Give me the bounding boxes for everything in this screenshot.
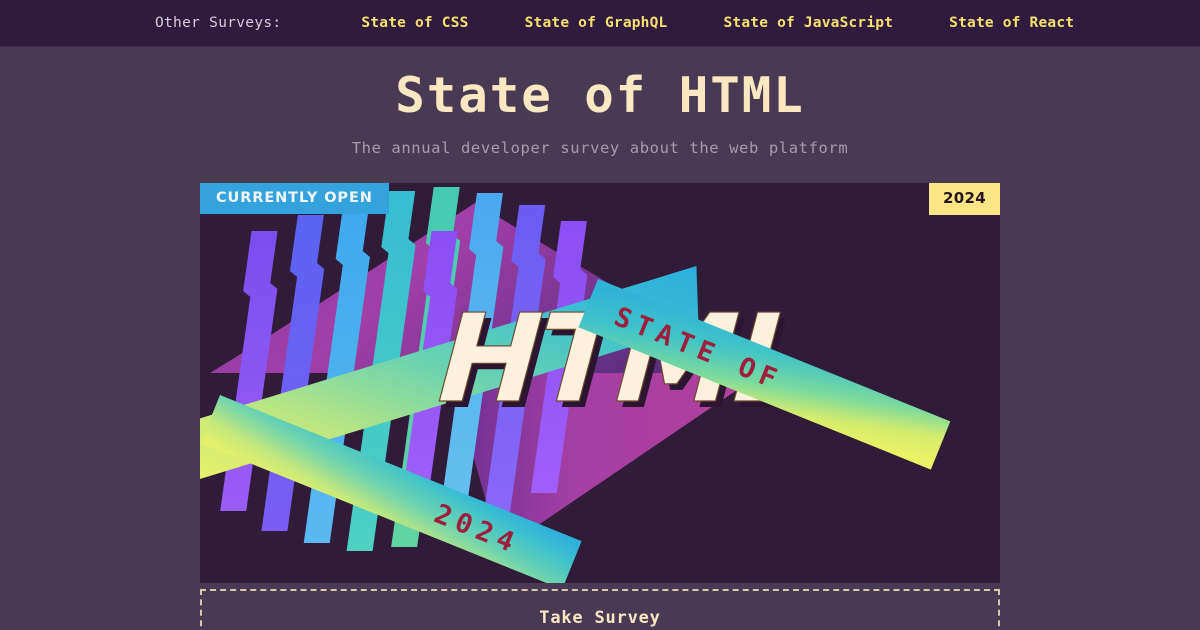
state-of-html-logo: HTML HTML STATE OF 2024 — [200, 186, 951, 583]
take-survey-button[interactable]: Take Survey — [200, 588, 1000, 630]
other-surveys-label: Other Surveys: — [155, 15, 282, 31]
other-surveys-link-list: State of CSS State of GraphQL State of J… — [281, 11, 1074, 35]
nav-link-state-of-react[interactable]: State of React — [949, 11, 1074, 35]
page-header: State of HTML The annual developer surve… — [0, 47, 1200, 157]
status-badge[interactable]: CURRENTLY OPEN — [200, 182, 389, 215]
page-title: State of HTML — [395, 67, 805, 124]
survey-card[interactable]: CURRENTLY OPEN 2024 HTML HTML STATE OF 2… — [200, 182, 1000, 583]
nav-link-state-of-javascript[interactable]: State of JavaScript — [723, 11, 893, 35]
survey-card-wrapper: CURRENTLY OPEN 2024 HTML HTML STATE OF 2… — [200, 182, 1000, 630]
take-survey-label: Take Survey — [539, 607, 661, 628]
year-badge: 2024 — [929, 182, 1000, 215]
nav-link-state-of-graphql[interactable]: State of GraphQL — [525, 11, 668, 35]
nav-link-state-of-css[interactable]: State of CSS — [361, 11, 468, 35]
page-tagline: The annual developer survey about the we… — [351, 138, 849, 157]
other-surveys-nav: Other Surveys: State of CSS State of Gra… — [0, 0, 1200, 47]
